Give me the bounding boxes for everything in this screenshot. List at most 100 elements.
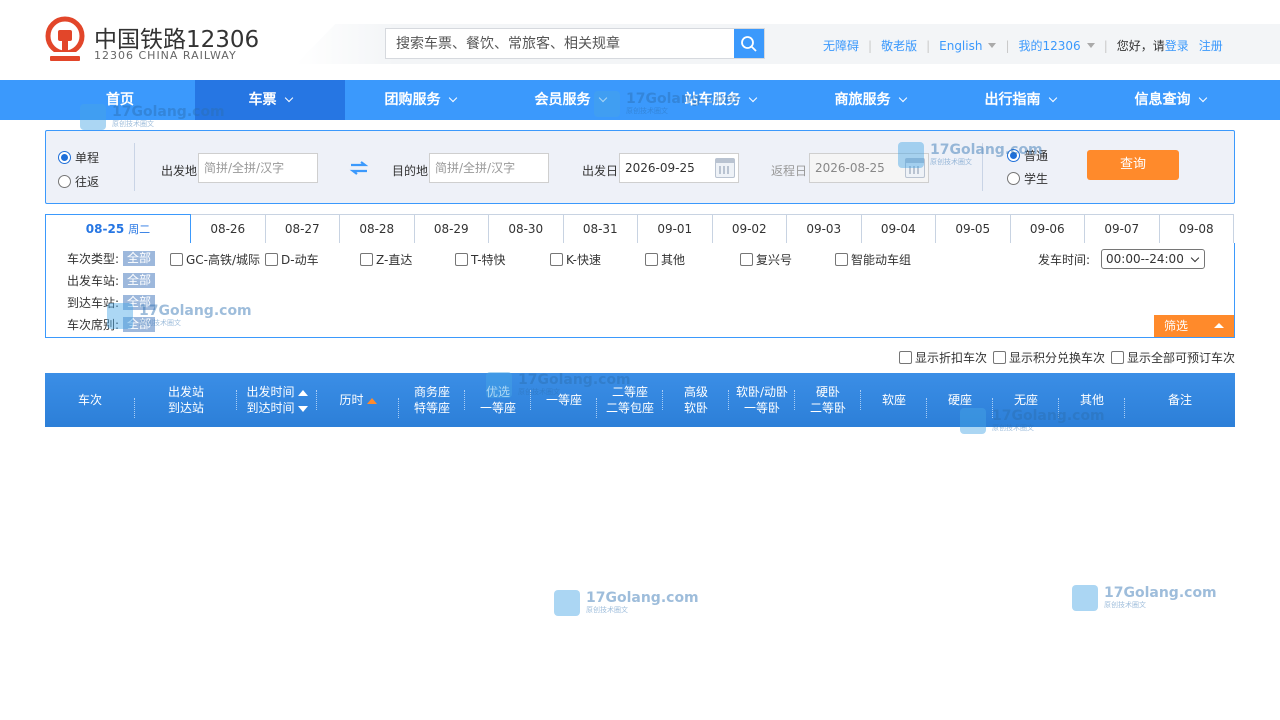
round-trip-radio[interactable]: 往返	[58, 173, 99, 190]
swap-stations-icon[interactable]	[349, 160, 369, 176]
type-checkbox-k[interactable]: K-快速	[550, 251, 601, 268]
depart-date-label: 出发日	[582, 164, 619, 178]
chevron-down-icon	[988, 43, 997, 48]
type-checkbox-smart[interactable]: 智能动车组	[835, 251, 911, 268]
sort-up-icon[interactable]	[297, 389, 308, 396]
accessibility-link[interactable]: 无障碍	[823, 37, 859, 54]
col-label: 无座	[1013, 393, 1038, 407]
col-label: 出发时间	[246, 385, 295, 399]
sort-up-icon[interactable]	[366, 397, 377, 404]
date-tab[interactable]: 08-30	[489, 214, 564, 244]
from-station-input[interactable]: 简拼/全拼/汉字	[198, 153, 318, 183]
col-label: 特等座	[413, 401, 450, 415]
checkbox	[992, 351, 1006, 364]
date-tab[interactable]: 08-31	[563, 214, 638, 244]
type-checkbox-z[interactable]: Z-直达	[360, 251, 412, 268]
student-ticket-radio[interactable]: 学生	[1007, 170, 1048, 187]
chevron-down-icon	[898, 93, 907, 103]
sort-down-icon[interactable]	[297, 405, 308, 412]
my12306-link[interactable]: 我的12306	[1019, 37, 1081, 54]
checkbox	[455, 253, 468, 266]
depart-station-row: 出发车站: 全部	[67, 272, 156, 289]
date-tab[interactable]: 09-07	[1085, 214, 1160, 244]
results-table-header: 车次 出发站 到达站 出发时间 到达时间 历时 商务座 特等座 优选 一等座 一等座 二…	[45, 373, 1235, 427]
date-tab[interactable]: 09-08	[1159, 214, 1234, 244]
date-tab[interactable]: 09-03	[787, 214, 862, 244]
checkbox	[265, 253, 278, 266]
english-link[interactable]: English	[939, 39, 982, 53]
nav-item-guide[interactable]: 出行指南	[945, 80, 1095, 120]
nav-item-info[interactable]: 信息查询	[1095, 80, 1245, 120]
date-tab[interactable]: 08-28	[340, 214, 415, 244]
date-tab[interactable]: 08-26	[191, 214, 266, 244]
watermark-icon	[1072, 585, 1098, 611]
to-station-input[interactable]: 简拼/全拼/汉字	[429, 153, 549, 183]
filter-toggle-button[interactable]: 筛选	[1154, 315, 1234, 337]
nav-item-member[interactable]: 会员服务	[495, 80, 645, 120]
search-input[interactable]	[386, 29, 734, 58]
select-all-button[interactable]: 全部	[123, 317, 156, 332]
type-checkbox-fuxing[interactable]: 复兴号	[740, 251, 792, 268]
nav-item-station[interactable]: 站车服务	[645, 80, 795, 120]
register-link[interactable]: 注册	[1199, 37, 1223, 54]
nav-label: 商旅服务	[834, 92, 891, 108]
date-tab[interactable]: 09-04	[861, 214, 936, 244]
col-label: 一等座	[479, 401, 516, 415]
search-button[interactable]	[734, 29, 764, 58]
col-duration[interactable]: 历时	[317, 392, 399, 418]
type-checkbox-d[interactable]: D-动车	[265, 251, 319, 268]
show-points-checkbox[interactable]: 显示积分兑换车次	[992, 349, 1105, 366]
calendar-icon[interactable]	[905, 158, 925, 178]
nav-label: 会员服务	[534, 92, 591, 108]
date-tab[interactable]: 08-29	[414, 214, 489, 244]
col-times[interactable]: 出发时间 到达时间	[237, 384, 317, 416]
query-button[interactable]: 查询	[1087, 150, 1179, 180]
nav-item-home[interactable]: 首页	[45, 80, 195, 120]
elder-mode-link[interactable]: 敬老版	[881, 37, 917, 54]
type-checkbox-t[interactable]: T-特快	[455, 251, 506, 268]
col-label: 高级	[683, 385, 708, 399]
chevron-down-icon	[598, 93, 607, 103]
select-all-button[interactable]: 全部	[123, 251, 156, 266]
show-all-bookable-checkbox[interactable]: 显示全部可预订车次	[1110, 349, 1235, 366]
depart-date-input[interactable]: 2026-09-25	[619, 153, 739, 183]
select-all-button[interactable]: 全部	[123, 273, 156, 288]
checkbox-label: 显示积分兑换车次	[1008, 351, 1105, 365]
col-hard-sleeper: 硬卧 二等卧	[795, 384, 861, 416]
date-tab[interactable]: 08-27	[265, 214, 340, 244]
depart-date-value: 2026-09-25	[625, 161, 695, 175]
date-tab-active[interactable]: 08-25 周二	[45, 214, 191, 245]
login-link[interactable]: 登录	[1165, 37, 1189, 54]
checkbox	[550, 253, 563, 266]
divider	[982, 143, 983, 191]
calendar-icon[interactable]	[715, 158, 735, 178]
watermark-text: 17Golang.com	[586, 590, 699, 606]
show-discount-checkbox[interactable]: 显示折扣车次	[898, 349, 987, 366]
col-label: 商务座	[413, 385, 450, 399]
date-tab[interactable]: 09-01	[638, 214, 713, 244]
nav-item-tickets[interactable]: 车票	[195, 80, 345, 120]
select-value: 00:00--24:00	[1106, 252, 1184, 266]
col-hard-seat: 硬座	[927, 392, 993, 418]
col-label: 二等座	[611, 385, 648, 399]
select-all-button[interactable]: 全部	[123, 295, 156, 310]
return-date-input[interactable]: 2026-08-25	[809, 153, 929, 183]
nav-item-business[interactable]: 商旅服务	[795, 80, 945, 120]
col-stations: 出发站 到达站	[135, 384, 237, 416]
type-checkbox-gc[interactable]: GC-高铁/城际	[170, 251, 260, 268]
train-type-row: 车次类型: 全部	[67, 250, 156, 267]
col-label: 到达时间	[246, 401, 295, 415]
date-tab[interactable]: 09-05	[936, 214, 1011, 244]
one-way-radio[interactable]: 单程	[58, 149, 99, 166]
date-tab[interactable]: 09-02	[712, 214, 787, 244]
col-label: 一等卧	[743, 401, 780, 415]
normal-ticket-radio[interactable]: 普通	[1007, 147, 1048, 164]
filter-label: 车次类型:	[67, 252, 120, 266]
nav-item-group[interactable]: 团购服务	[345, 80, 495, 120]
logo[interactable]: 中国铁路12306 12306 CHINA RAILWAY	[44, 16, 259, 64]
col-second-class: 二等座 二等包座	[597, 384, 663, 416]
depart-time-select[interactable]: 00:00--24:00	[1101, 249, 1205, 269]
type-checkbox-other[interactable]: 其他	[645, 251, 685, 268]
filter-label: 出发车站:	[67, 274, 120, 288]
date-tab[interactable]: 09-06	[1010, 214, 1085, 244]
